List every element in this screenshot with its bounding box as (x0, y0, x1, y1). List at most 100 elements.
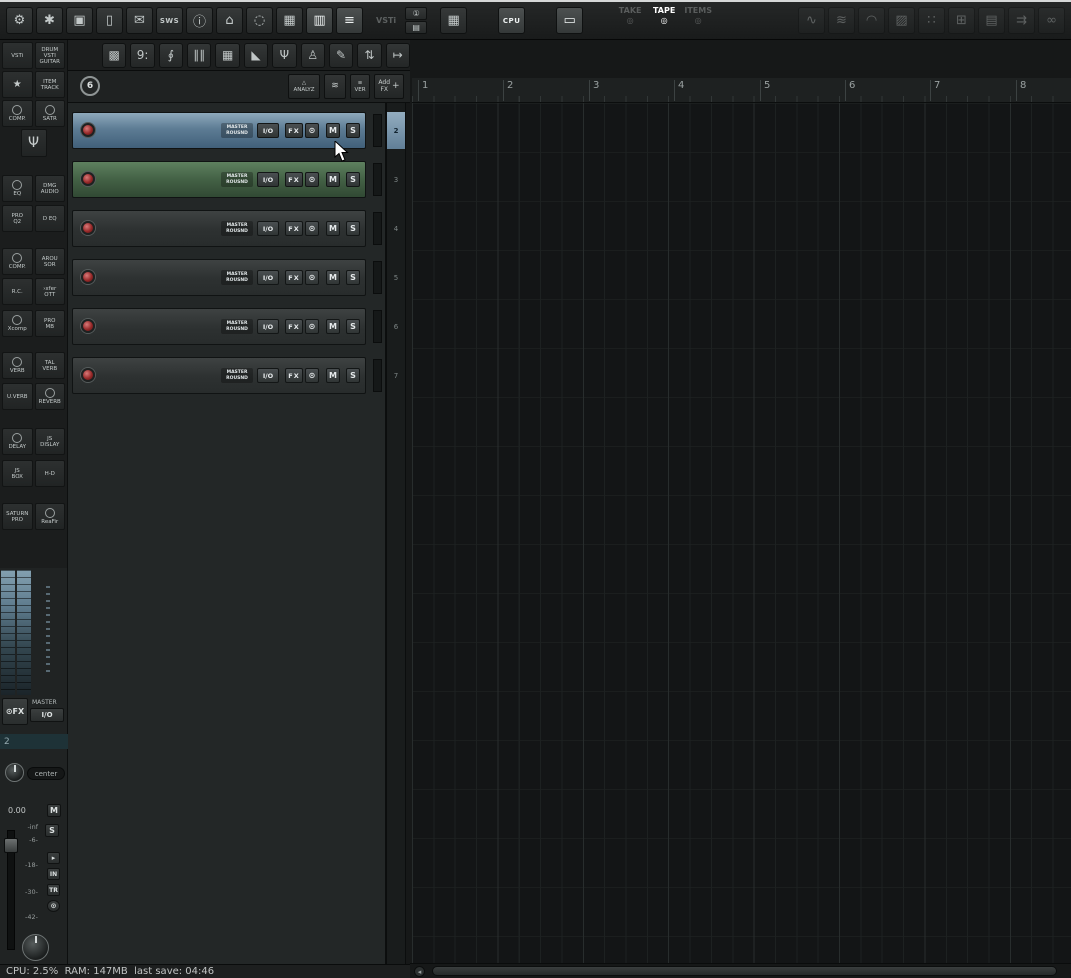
dock-button-tal-verb[interactable]: TAL VERB (34, 352, 65, 379)
mute-button[interactable]: M (326, 221, 340, 236)
dock-button-eq[interactable]: EQ (2, 175, 33, 202)
mic-icon[interactable]: Ψ (272, 42, 297, 68)
ver-button[interactable]: ≡ VER (350, 74, 370, 99)
solo-button[interactable]: S (346, 319, 360, 334)
dock-button-reverb[interactable]: REVERB (34, 383, 65, 410)
dock-button-delay[interactable]: DELAY (2, 428, 33, 455)
track-row-3[interactable]: MASTER ROUSND I/O FX ⊙ M S (72, 161, 366, 198)
solo-button[interactable]: S (346, 221, 360, 236)
envelope-edit-button[interactable]: ✉ (126, 7, 153, 34)
analyzer-button[interactable]: △ ANALYZ (288, 74, 320, 99)
dock-button-arousor[interactable]: AROU SOR (34, 248, 65, 275)
track-row-4[interactable]: MASTER ROUSND I/O FX ⊙ M S (72, 210, 366, 247)
fx-button[interactable]: FX (285, 172, 303, 187)
dock-button-hd[interactable]: H-D (34, 460, 65, 487)
sws-button[interactable]: SWS (156, 7, 183, 34)
dock-button-ott[interactable]: ›xfer OTT (34, 278, 65, 305)
record-arm-button[interactable] (81, 270, 95, 284)
solo-button[interactable]: S (346, 368, 360, 383)
dock-button-js-display[interactable]: JS DISLAY (34, 428, 65, 455)
tape-mode-button[interactable]: TAPE ◎ (648, 6, 680, 36)
dock-button-drum-vsti[interactable]: DRUM VSTI GUITAR (34, 42, 65, 69)
settings-icon[interactable]: ⚙ (6, 7, 33, 34)
mute-button[interactable]: M (326, 368, 340, 383)
media-explorer-button[interactable]: ⌂ (216, 7, 243, 34)
dock-button-comp-2[interactable]: COMP. (2, 248, 33, 275)
fx-button[interactable]: FX (285, 221, 303, 236)
routing-button[interactable]: MASTER ROUSND (221, 123, 253, 138)
meter-arrow-icon[interactable]: ⇅ (357, 42, 382, 68)
dock-button-vsti[interactable]: VSTi (2, 42, 33, 69)
master-io-button[interactable]: I/O (30, 708, 64, 722)
dock-button-dmg-audio[interactable]: DMG AUDIO (34, 175, 65, 202)
rows-icon[interactable]: ▤ (978, 7, 1005, 34)
dock-button-uverb[interactable]: U.VERB (2, 383, 33, 410)
master-bottom-knob[interactable] (22, 934, 49, 961)
dock-button-satr[interactable]: SATR (34, 100, 65, 127)
io-button[interactable]: I/O (257, 221, 279, 236)
envelope-icon-2[interactable]: ≋ (828, 7, 855, 34)
mute-button[interactable]: M (326, 319, 340, 334)
io-button[interactable]: I/O (257, 123, 279, 138)
items-mode-button[interactable]: ITEMS ◎ (682, 6, 714, 36)
io-button[interactable]: I/O (257, 172, 279, 187)
track-row-2[interactable]: MASTER ROUSND I/O FX ⊙ M S (72, 112, 366, 149)
track-number-cell[interactable]: 4 (387, 210, 405, 247)
track-number-cell[interactable]: 5 (387, 259, 405, 296)
add-fx-button[interactable]: Add FX + (374, 74, 404, 99)
dots-grid-icon[interactable]: ∷ (918, 7, 945, 34)
window-grid-button[interactable]: ▦ (276, 7, 303, 34)
envelope-icon-1[interactable]: ∿ (798, 7, 825, 34)
dock-button-pro-mb[interactable]: PRO MB (34, 310, 65, 337)
fx-bypass-icon[interactable]: ⊙ (305, 368, 319, 383)
solo-button[interactable]: S (346, 270, 360, 285)
routing-button[interactable]: MASTER ROUSND (221, 270, 253, 285)
noise-button[interactable]: ≋ (324, 74, 346, 99)
goto-end-icon[interactable]: ↦ (385, 42, 410, 68)
dock-button-verb[interactable]: VERB (2, 352, 33, 379)
fx-button[interactable]: FX (285, 270, 303, 285)
mixer-button[interactable]: ≡ (336, 7, 363, 34)
arrange-view[interactable] (412, 103, 1071, 964)
dock-button-mic[interactable]: Ψ (20, 129, 47, 157)
horizontal-scrollbar[interactable]: ◂ (410, 963, 1071, 978)
pencil-icon[interactable]: ✎ (328, 42, 354, 68)
route-arrow-button[interactable]: ▸ (47, 852, 60, 864)
record-arm-button[interactable] (81, 172, 95, 186)
fx-bypass-icon[interactable]: ⊙ (305, 270, 319, 285)
routing-button[interactable]: MASTER ROUSND (221, 368, 253, 383)
record-arm-button[interactable] (81, 221, 95, 235)
cycle-count-button[interactable]: 6 (80, 76, 100, 96)
dock-button-saturn-pro[interactable]: SATURN PRO (2, 503, 33, 530)
envelope-curve-icon[interactable]: ◠ (858, 7, 885, 34)
master-mute-button[interactable]: M (47, 804, 61, 817)
scrollbar-thumb[interactable] (432, 966, 1057, 976)
record-arm-button[interactable] (81, 123, 95, 137)
link-icon[interactable]: ∞ (1038, 7, 1065, 34)
master-track-number-bar[interactable]: 2 (0, 734, 68, 749)
scroll-left-button[interactable]: ◂ (414, 966, 425, 977)
vocalist-icon[interactable]: ♙ (300, 42, 325, 68)
dock-button-js-box[interactable]: JS BOX (2, 460, 33, 487)
track-row-5[interactable]: MASTER ROUSND I/O FX ⊙ M S (72, 259, 366, 296)
track-number-cell[interactable]: 2 (387, 112, 405, 149)
mute-button[interactable]: M (326, 270, 340, 285)
fan-icon[interactable]: ◣ (243, 42, 269, 68)
info-button[interactable]: ⓘ (186, 7, 213, 34)
guitar-icon[interactable]: ∮ (158, 42, 184, 68)
arrows-icon[interactable]: ⇉ (1008, 7, 1035, 34)
dock-button-pro-q2[interactable]: PRO Q2 (2, 205, 33, 232)
master-fx-button[interactable]: ⊙ FX (2, 698, 28, 725)
plus-grid-icon[interactable]: ⊞ (948, 7, 975, 34)
routing-button[interactable]: MASTER ROUSND (221, 319, 253, 334)
grid-button[interactable]: ▦ (440, 7, 468, 34)
io-button[interactable]: I/O (257, 270, 279, 285)
input-button[interactable]: IN (47, 868, 60, 880)
take-mode-button[interactable]: TAKE ◎ (614, 6, 646, 36)
routing-button[interactable]: MASTER ROUSND (221, 221, 253, 236)
width-knob-button[interactable]: ⊙ (47, 900, 60, 912)
io-button[interactable]: I/O (257, 319, 279, 334)
hatch-grid-icon[interactable]: ▨ (888, 7, 915, 34)
master-solo-button[interactable]: S (45, 824, 59, 837)
track-number-cell[interactable]: 7 (387, 357, 405, 394)
